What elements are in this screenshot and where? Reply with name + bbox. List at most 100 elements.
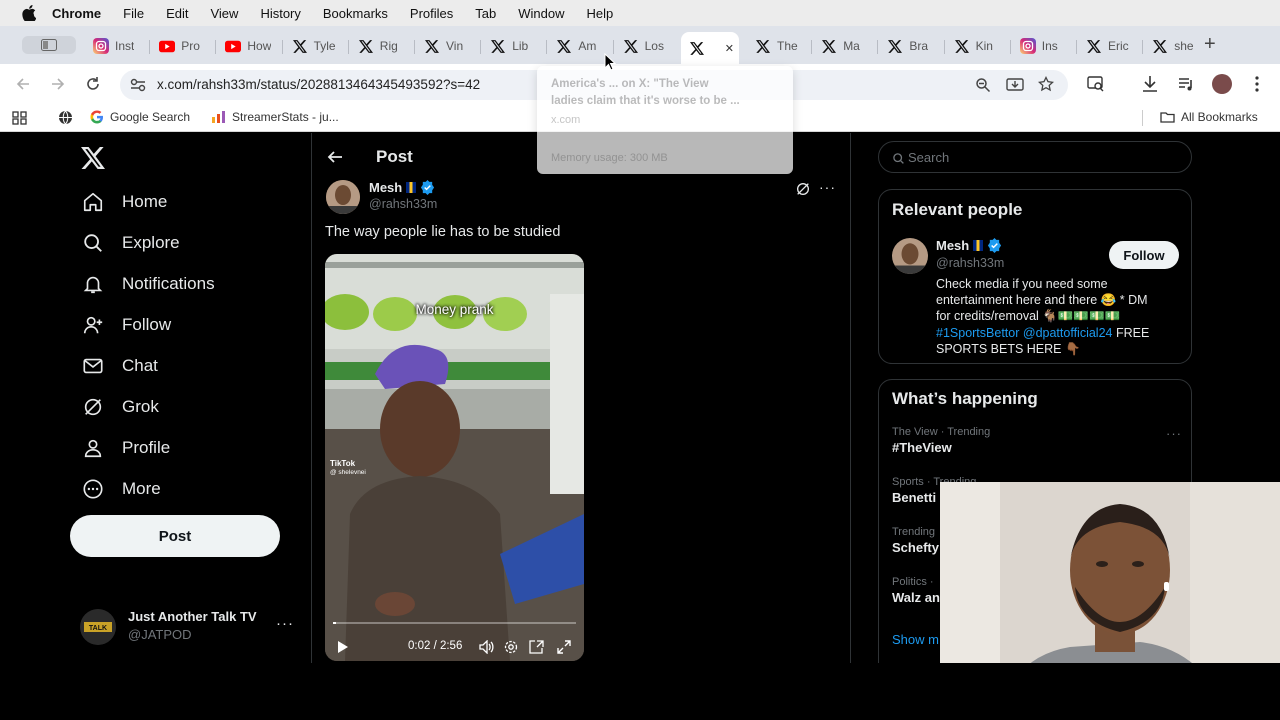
- volume-icon[interactable]: [479, 640, 494, 654]
- menu-tab[interactable]: Tab: [475, 6, 496, 21]
- menu-file[interactable]: File: [123, 6, 144, 21]
- browser-tab[interactable]: How: [225, 34, 271, 58]
- tab-search-button[interactable]: [22, 36, 76, 54]
- sidebar-item-grok[interactable]: Grok: [82, 396, 159, 418]
- browser-tab[interactable]: Inst: [93, 34, 134, 58]
- sidebar-item-label: Home: [122, 192, 168, 211]
- browser-tab[interactable]: Bra: [887, 34, 928, 58]
- menu-profiles[interactable]: Profiles: [410, 6, 453, 21]
- sidebar-item-notifications[interactable]: Notifications: [82, 273, 215, 295]
- close-tab-icon[interactable]: ✕: [725, 42, 734, 55]
- person-name-row[interactable]: Mesh: [936, 238, 1002, 253]
- profile-avatar[interactable]: [1212, 74, 1232, 94]
- forward-icon[interactable]: [50, 76, 66, 92]
- apps-grid-icon[interactable]: [12, 111, 28, 125]
- browser-tab[interactable]: Kin: [954, 34, 993, 58]
- menu-bookmarks[interactable]: Bookmarks: [323, 6, 388, 21]
- grok-icon[interactable]: [795, 181, 811, 197]
- tab-search-icon[interactable]: [1087, 76, 1105, 92]
- settings-gear-icon[interactable]: [504, 640, 518, 654]
- bio-mention-link[interactable]: @dpattofficial24: [1023, 326, 1113, 340]
- instagram-icon: [1019, 38, 1036, 54]
- bookmark-star-icon[interactable]: [1038, 76, 1054, 92]
- tiktok-handle: @ shelevnei: [330, 469, 366, 476]
- video-progress-track[interactable]: [333, 622, 576, 624]
- jatpod-logo-icon: TALK: [80, 609, 116, 645]
- video-progress-fill: [333, 622, 336, 624]
- follow-button[interactable]: Follow: [1109, 241, 1179, 269]
- verified-badge-icon: [421, 180, 435, 195]
- x-logo-icon[interactable]: [81, 147, 105, 169]
- all-bookmarks-button[interactable]: All Bookmarks: [1160, 110, 1258, 124]
- install-app-icon[interactable]: [1006, 77, 1024, 93]
- video-player[interactable]: Money prank TikTok @ shelevnei 0:02 / 2:…: [325, 254, 584, 661]
- x-logo-icon: [1086, 38, 1102, 54]
- tab-label: Am: [578, 39, 597, 53]
- back-arrow-icon[interactable]: [327, 149, 343, 165]
- browser-tab[interactable]: Ins: [1019, 34, 1058, 58]
- menu-edit[interactable]: Edit: [166, 6, 188, 21]
- post-button[interactable]: Post: [70, 515, 280, 557]
- reload-icon[interactable]: [85, 76, 101, 92]
- browser-tab[interactable]: Am: [556, 34, 596, 58]
- tab-separator: [281, 40, 283, 54]
- tab-strip: Inst Pro How Tyle Rig Vin Lib Am Los ✕ The Ma Bra Kin…: [0, 26, 1280, 64]
- url-text: x.com/rahsh33m/status/202881346434549359…: [157, 77, 481, 92]
- post-more-icon[interactable]: ···: [819, 179, 836, 195]
- media-controls-icon[interactable]: [1178, 76, 1194, 92]
- show-more-link[interactable]: Show m: [892, 632, 939, 647]
- person-avatar[interactable]: [892, 238, 928, 274]
- pip-icon[interactable]: [529, 640, 544, 654]
- bio-hashtag-link[interactable]: #1SportsBettor: [936, 326, 1019, 340]
- sidebar-item-follow[interactable]: Follow: [82, 314, 171, 336]
- browser-tab[interactable]: Lib: [490, 34, 528, 58]
- download-icon[interactable]: [1142, 75, 1158, 93]
- browser-tab[interactable]: Rig: [358, 34, 398, 58]
- new-tab-button[interactable]: +: [1204, 34, 1220, 54]
- globe-icon[interactable]: [58, 110, 73, 125]
- browser-tab[interactable]: Tyle: [292, 34, 336, 58]
- browser-tab[interactable]: ✕: [680, 32, 739, 64]
- sidebar-item-more[interactable]: More: [82, 478, 161, 500]
- macos-menubar: Chrome File Edit View History Bookmarks …: [0, 0, 1280, 26]
- author-name-row[interactable]: Mesh: [369, 180, 435, 195]
- sidebar-item-home[interactable]: Home: [82, 191, 167, 213]
- bookmark-google-search[interactable]: Google Search: [90, 110, 190, 124]
- video-time: 0:02 / 2:56: [408, 640, 463, 652]
- sidebar-item-label: Grok: [122, 397, 159, 416]
- bell-icon: [83, 276, 103, 294]
- trend-item[interactable]: The View · Trending #TheView ···: [892, 426, 1182, 455]
- tab-separator: [877, 40, 879, 54]
- browser-tab[interactable]: Ma: [821, 34, 860, 58]
- zoom-icon[interactable]: [975, 77, 991, 93]
- tab-separator: [811, 40, 813, 54]
- browser-tab[interactable]: The: [755, 34, 798, 58]
- account-handle: @JATPOD: [128, 627, 192, 642]
- account-avatar[interactable]: TALK: [80, 609, 116, 645]
- browser-tab[interactable]: she: [1152, 34, 1194, 58]
- sidebar-item-profile[interactable]: Profile: [82, 437, 170, 459]
- browser-tab[interactable]: Eric: [1086, 34, 1129, 58]
- back-icon[interactable]: [15, 76, 31, 92]
- menu-history[interactable]: History: [260, 6, 300, 21]
- trend-more-icon[interactable]: ···: [1166, 426, 1182, 441]
- sidebar-item-explore[interactable]: Explore: [82, 232, 180, 254]
- menu-help[interactable]: Help: [587, 6, 614, 21]
- bookmark-streamerstats[interactable]: StreamerStats - ju...: [212, 110, 339, 124]
- browser-tab[interactable]: Los: [623, 34, 664, 58]
- account-menu-icon[interactable]: ···: [276, 615, 294, 632]
- author-avatar[interactable]: [326, 180, 360, 214]
- menu-view[interactable]: View: [210, 6, 238, 21]
- sidebar-item-chat[interactable]: Chat: [82, 355, 158, 377]
- browser-tab[interactable]: Vin: [424, 34, 463, 58]
- fullscreen-icon[interactable]: [557, 640, 571, 654]
- search-box[interactable]: Search: [878, 141, 1192, 173]
- play-icon[interactable]: [337, 640, 349, 654]
- menu-window[interactable]: Window: [518, 6, 564, 21]
- site-settings-icon[interactable]: [130, 78, 146, 92]
- menu-chrome[interactable]: Chrome: [52, 6, 101, 21]
- apple-icon[interactable]: [20, 4, 38, 22]
- trend-meta: The View · Trending: [892, 426, 991, 438]
- chrome-menu-icon[interactable]: [1254, 76, 1260, 92]
- browser-tab[interactable]: Pro: [159, 34, 200, 58]
